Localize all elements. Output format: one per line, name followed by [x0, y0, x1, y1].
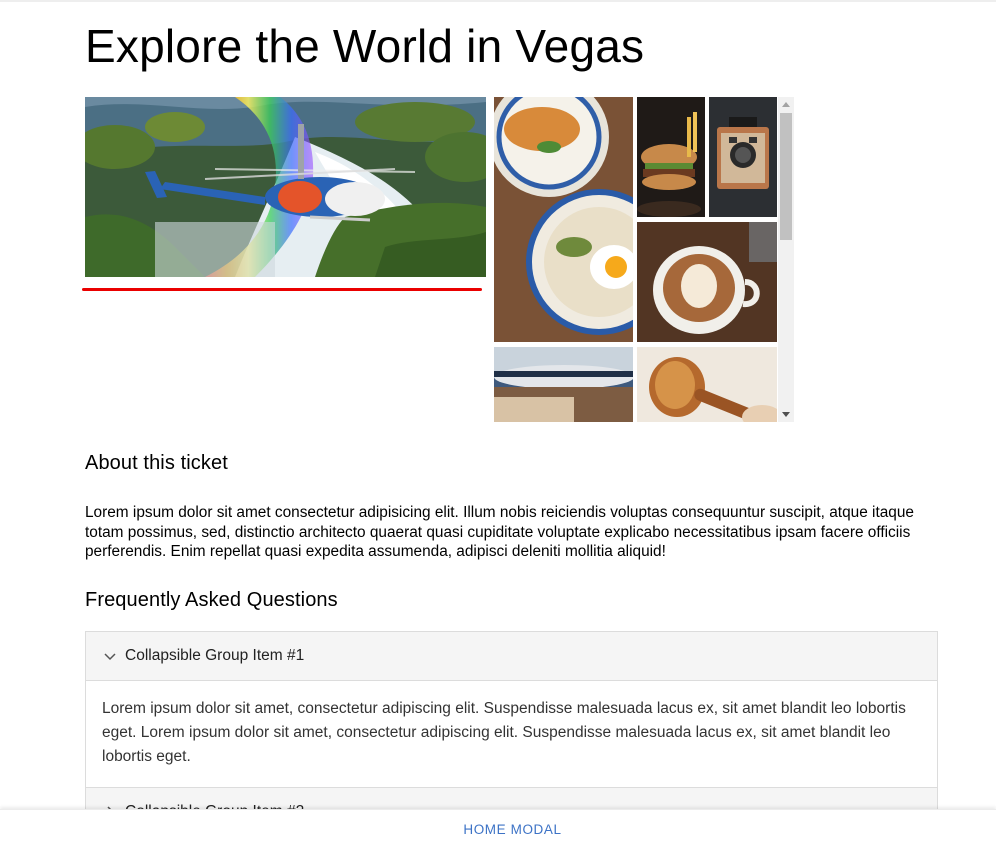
latte-art-coffee-photo[interactable] [637, 222, 777, 342]
about-heading: About this ticket [85, 452, 228, 474]
hero-accent-underline [82, 288, 482, 291]
vintage-camera-photo[interactable] [709, 97, 777, 217]
hero-image[interactable] [85, 97, 486, 277]
photo-gallery[interactable] [494, 97, 794, 422]
honey-dipper-photo[interactable] [637, 347, 777, 422]
faq-heading: Frequently Asked Questions [85, 589, 338, 611]
about-text: Lorem ipsum dolor sit amet consectetur a… [85, 504, 914, 560]
page-title: Explore the World in Vegas [85, 20, 645, 72]
scroll-down-arrow-icon[interactable] [782, 412, 790, 417]
scroll-up-arrow-icon[interactable] [782, 102, 790, 107]
chevron-down-icon [104, 653, 116, 661]
helicopter-over-waterfall-image [85, 97, 486, 277]
hat-photo[interactable] [494, 347, 633, 422]
home-modal-link[interactable]: HOME MODAL [463, 822, 561, 837]
scroll-thumb[interactable] [780, 113, 792, 240]
gallery-scrollbar[interactable] [778, 97, 794, 422]
burger-fries-photo[interactable] [637, 97, 705, 217]
croissant-breakfast-photo[interactable] [494, 97, 633, 342]
faq-item-1-label: Collapsible Group Item #1 [125, 647, 305, 664]
top-divider [0, 0, 996, 2]
faq-item-1-header[interactable]: Collapsible Group Item #1 [86, 632, 937, 681]
faq-accordion: Collapsible Group Item #1 Lorem ipsum do… [85, 631, 938, 837]
faq-item-1-body: Lorem ipsum dolor sit amet, consectetur … [86, 681, 937, 788]
bottom-bar: HOME MODAL [0, 809, 996, 858]
